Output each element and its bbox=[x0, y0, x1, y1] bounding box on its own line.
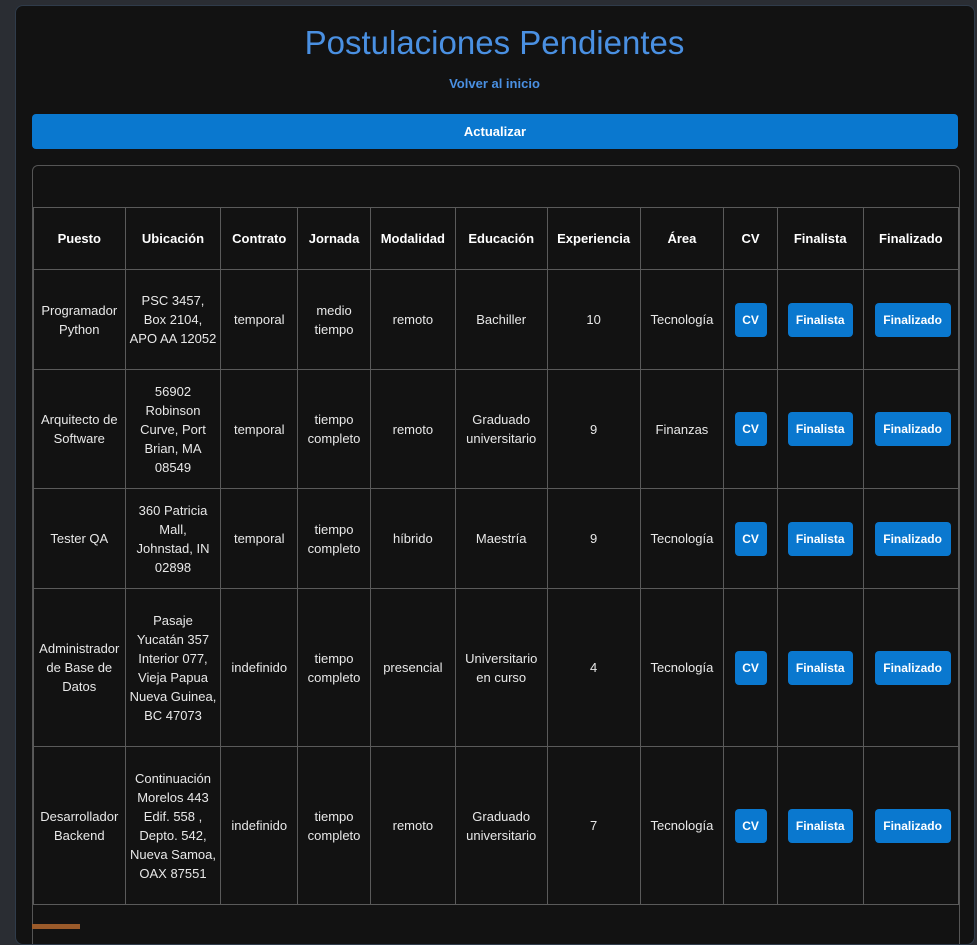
cell-jornada: tiempo completo bbox=[297, 488, 371, 589]
cell-modalidad: presencial bbox=[369, 588, 456, 747]
cv-button[interactable]: CV bbox=[734, 412, 767, 446]
cell-area: Tecnología bbox=[639, 488, 725, 589]
cell-ubicacion: 360 Patricia Mall, Johnstad, IN 02898 bbox=[124, 488, 222, 589]
cell-finalizado: Finalizado bbox=[862, 369, 959, 489]
page-title: Postulaciones Pendientes bbox=[304, 24, 685, 61]
cell-area: Tecnología bbox=[639, 269, 725, 370]
header-puesto: Puesto bbox=[33, 207, 126, 270]
cell-puesto: Arquitecto de Software bbox=[33, 369, 126, 489]
finalizado-button[interactable]: Finalizado bbox=[874, 808, 951, 843]
cell-puesto: Administrador de Base de Datos bbox=[33, 588, 126, 747]
cell-educacion: Graduado universitario bbox=[454, 369, 548, 489]
header-experiencia: Experiencia bbox=[546, 207, 641, 270]
cell-cv: CV bbox=[723, 269, 778, 370]
cv-button[interactable]: CV bbox=[734, 521, 767, 556]
header-contrato: Contrato bbox=[220, 207, 299, 270]
cell-experiencia: 9 bbox=[546, 369, 641, 489]
cell-ubicacion: 56902 Robinson Curve, Port Brian, MA 085… bbox=[124, 369, 222, 489]
cell-area: Tecnología bbox=[639, 588, 725, 747]
applications-panel: Postulaciones Pendientes Volver al inici… bbox=[15, 5, 975, 945]
cv-button[interactable]: CV bbox=[734, 808, 767, 843]
finalista-button[interactable]: Finalista bbox=[787, 650, 853, 685]
cell-contrato: temporal bbox=[220, 488, 299, 589]
table-row: Desarrollador Backend Continuación Morel… bbox=[33, 746, 959, 905]
cell-ubicacion: Pasaje Yucatán 357 Interior 077, Vieja P… bbox=[124, 588, 222, 747]
finalizado-button[interactable]: Finalizado bbox=[874, 650, 951, 685]
cell-puesto: Desarrollador Backend bbox=[33, 746, 126, 905]
cv-button[interactable]: CV bbox=[734, 302, 767, 337]
cell-finalista: Finalista bbox=[776, 488, 864, 589]
cell-cv: CV bbox=[723, 369, 778, 489]
cell-modalidad: remoto bbox=[369, 269, 456, 370]
cell-area: Finanzas bbox=[639, 369, 725, 489]
header-finalizado: Finalizado bbox=[862, 207, 959, 270]
finalista-button[interactable]: Finalista bbox=[787, 521, 853, 556]
header-ubicacion: Ubicación bbox=[124, 207, 222, 270]
cell-experiencia: 9 bbox=[546, 488, 641, 589]
table-row: Arquitecto de Software 56902 Robinson Cu… bbox=[33, 369, 959, 489]
cell-contrato: temporal bbox=[220, 269, 299, 370]
scrollbar-thumb[interactable] bbox=[32, 924, 80, 929]
finalizado-button[interactable]: Finalizado bbox=[874, 521, 951, 556]
table-row: Administrador de Base de Datos Pasaje Yu… bbox=[33, 588, 959, 747]
cell-puesto: Programador Python bbox=[33, 269, 126, 370]
table-header-row: Puesto Ubicación Contrato Jornada Modali… bbox=[33, 207, 959, 270]
back-home-link[interactable]: Volver al inicio bbox=[16, 76, 973, 91]
cell-finalista: Finalista bbox=[776, 269, 864, 370]
cell-experiencia: 7 bbox=[546, 746, 641, 905]
table-row: Programador Python PSC 3457, Box 2104, A… bbox=[33, 269, 959, 370]
cell-area: Tecnología bbox=[639, 746, 725, 905]
cell-contrato: temporal bbox=[220, 369, 299, 489]
header-educacion: Educación bbox=[454, 207, 548, 270]
cell-jornada: medio tiempo bbox=[297, 269, 371, 370]
table-container[interactable]: Puesto Ubicación Contrato Jornada Modali… bbox=[32, 165, 960, 944]
finalizado-button[interactable]: Finalizado bbox=[874, 412, 951, 446]
header-cv: CV bbox=[723, 207, 778, 270]
cell-ubicacion: PSC 3457, Box 2104, APO AA 12052 bbox=[124, 269, 222, 370]
cell-finalizado: Finalizado bbox=[862, 269, 959, 370]
cell-finalista: Finalista bbox=[776, 746, 864, 905]
header-modalidad: Modalidad bbox=[369, 207, 456, 270]
cell-educacion: Universitario en curso bbox=[454, 588, 548, 747]
finalista-button[interactable]: Finalista bbox=[787, 808, 853, 843]
cell-contrato: indefinido bbox=[220, 588, 299, 747]
finalista-button[interactable]: Finalista bbox=[787, 302, 853, 337]
header-finalista: Finalista bbox=[776, 207, 864, 270]
cell-cv: CV bbox=[723, 488, 778, 589]
cell-educacion: Graduado universitario bbox=[454, 746, 548, 905]
cell-jornada: tiempo completo bbox=[297, 746, 371, 905]
finalizado-button[interactable]: Finalizado bbox=[874, 302, 951, 337]
cell-finalista: Finalista bbox=[776, 369, 864, 489]
cell-experiencia: 4 bbox=[546, 588, 641, 747]
cell-jornada: tiempo completo bbox=[297, 369, 371, 489]
cell-finalizado: Finalizado bbox=[862, 488, 959, 589]
cell-educacion: Bachiller bbox=[454, 269, 548, 370]
cell-cv: CV bbox=[723, 588, 778, 747]
cell-experiencia: 10 bbox=[546, 269, 641, 370]
cell-puesto: Tester QA bbox=[33, 488, 126, 589]
cell-finalista: Finalista bbox=[776, 588, 864, 747]
cell-modalidad: remoto bbox=[369, 746, 456, 905]
cell-cv: CV bbox=[723, 746, 778, 905]
table-row: Tester QA 360 Patricia Mall, Johnstad, I… bbox=[33, 488, 959, 589]
cell-finalizado: Finalizado bbox=[862, 746, 959, 905]
cell-finalizado: Finalizado bbox=[862, 588, 959, 747]
cell-educacion: Maestría bbox=[454, 488, 548, 589]
cell-contrato: indefinido bbox=[220, 746, 299, 905]
finalista-button[interactable]: Finalista bbox=[787, 412, 853, 446]
cell-modalidad: remoto bbox=[369, 369, 456, 489]
cv-button[interactable]: CV bbox=[734, 650, 767, 685]
header-jornada: Jornada bbox=[297, 207, 371, 270]
header-area: Área bbox=[639, 207, 725, 270]
cell-jornada: tiempo completo bbox=[297, 588, 371, 747]
cell-ubicacion: Continuación Morelos 443 Edif. 558 , Dep… bbox=[124, 746, 222, 905]
applications-table: Puesto Ubicación Contrato Jornada Modali… bbox=[33, 207, 959, 905]
cell-modalidad: híbrido bbox=[369, 488, 456, 589]
refresh-button[interactable]: Actualizar bbox=[32, 114, 958, 149]
